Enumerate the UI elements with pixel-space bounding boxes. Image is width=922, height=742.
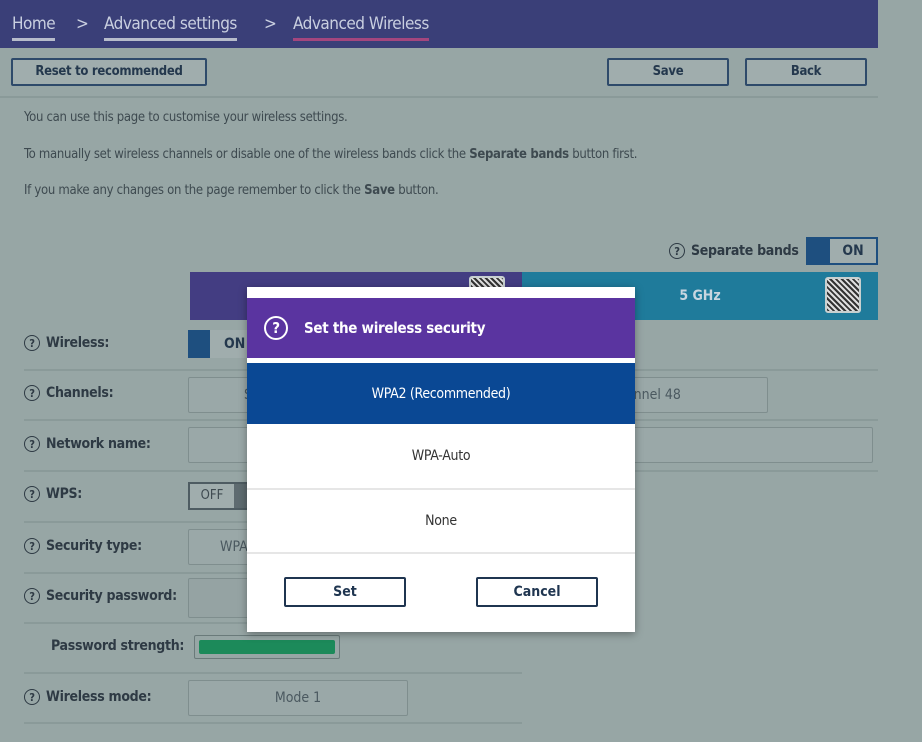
network-name-label: ? Network name: [24, 436, 151, 452]
option-wpa-auto[interactable]: WPA-Auto [247, 424, 635, 490]
help-icon[interactable]: ? [24, 538, 40, 554]
help-icon[interactable]: ? [24, 436, 40, 452]
text: If you make any changes on the page reme… [24, 183, 365, 198]
network-name-5-input[interactable] [630, 427, 873, 463]
help-icon[interactable]: ? [24, 486, 40, 502]
wireless-security-dialog: ? Set the wireless security WPA2 (Recomm… [247, 287, 635, 632]
text: Channels: [46, 385, 114, 401]
password-strength-label: Password strength: [51, 638, 185, 654]
reset-to-recommended-button[interactable]: Reset to recommended [11, 58, 207, 86]
toggle-state: ON [842, 243, 864, 259]
divider [24, 722, 522, 724]
breadcrumb-bar: Home > Advanced settings > Advanced Wire… [0, 0, 878, 48]
breadcrumb-advanced-settings[interactable]: Advanced settings [104, 14, 237, 41]
option-none[interactable]: None [247, 490, 635, 554]
password-strength-meter [194, 635, 340, 659]
text: Separate bands [691, 243, 799, 259]
toggle-state: OFF [200, 488, 224, 503]
separate-bands-toggle[interactable]: ON [806, 237, 878, 265]
text-bold: Save [364, 183, 395, 198]
text: Security type: [46, 538, 142, 554]
set-button[interactable]: Set [284, 577, 406, 607]
text: button. [394, 183, 439, 198]
dialog-title: Set the wireless security [304, 319, 486, 337]
help-icon[interactable]: ? [24, 588, 40, 604]
chevron-right-icon: > [76, 14, 89, 34]
text: Wireless mode: [46, 689, 152, 705]
wireless-label: ? Wireless: [24, 335, 109, 351]
help-icon[interactable]: ? [24, 689, 40, 705]
strength-fill [199, 640, 335, 654]
divider [0, 96, 878, 98]
text-bold: Separate bands [469, 147, 569, 162]
help-icon[interactable]: ? [24, 335, 40, 351]
intro-text: You can use this page to customise your … [24, 110, 348, 125]
intro-text-save: If you make any changes on the page reme… [24, 183, 439, 198]
intro-text-separate: To manually set wireless channels or dis… [24, 147, 637, 162]
security-type-label: ? Security type: [24, 538, 142, 554]
help-icon[interactable]: ? [669, 243, 685, 259]
help-icon: ? [264, 316, 288, 340]
chevron-right-icon: > [264, 14, 277, 34]
breadcrumb-home[interactable]: Home [12, 14, 56, 41]
separate-bands-label: ? Separate bands [669, 243, 799, 259]
dialog-header: ? Set the wireless security [247, 298, 635, 358]
wps-label: ? WPS: [24, 486, 82, 502]
breadcrumb-advanced-wireless: Advanced Wireless [293, 14, 429, 41]
help-icon[interactable]: ? [24, 385, 40, 401]
text: WPS: [46, 486, 83, 502]
text: Security password: [46, 588, 177, 604]
cancel-button[interactable]: Cancel [476, 577, 598, 607]
channels-label: ? Channels: [24, 385, 114, 401]
text: Network name: [46, 436, 151, 452]
text: Wireless: [46, 335, 110, 351]
wireless-mode-label: ? Wireless mode: [24, 689, 152, 705]
text: To manually set wireless channels or dis… [24, 147, 470, 162]
option-wpa2[interactable]: WPA2 (Recommended) [247, 363, 635, 424]
text: button first. [568, 147, 638, 162]
back-button[interactable]: Back [745, 58, 867, 86]
divider [24, 672, 522, 674]
wireless-mode-select[interactable]: Mode 1 [188, 680, 408, 716]
toggle-knob [808, 239, 830, 263]
save-button[interactable]: Save [607, 58, 729, 86]
security-password-label: ? Security password: [24, 588, 177, 604]
qr-code-icon [825, 277, 861, 313]
